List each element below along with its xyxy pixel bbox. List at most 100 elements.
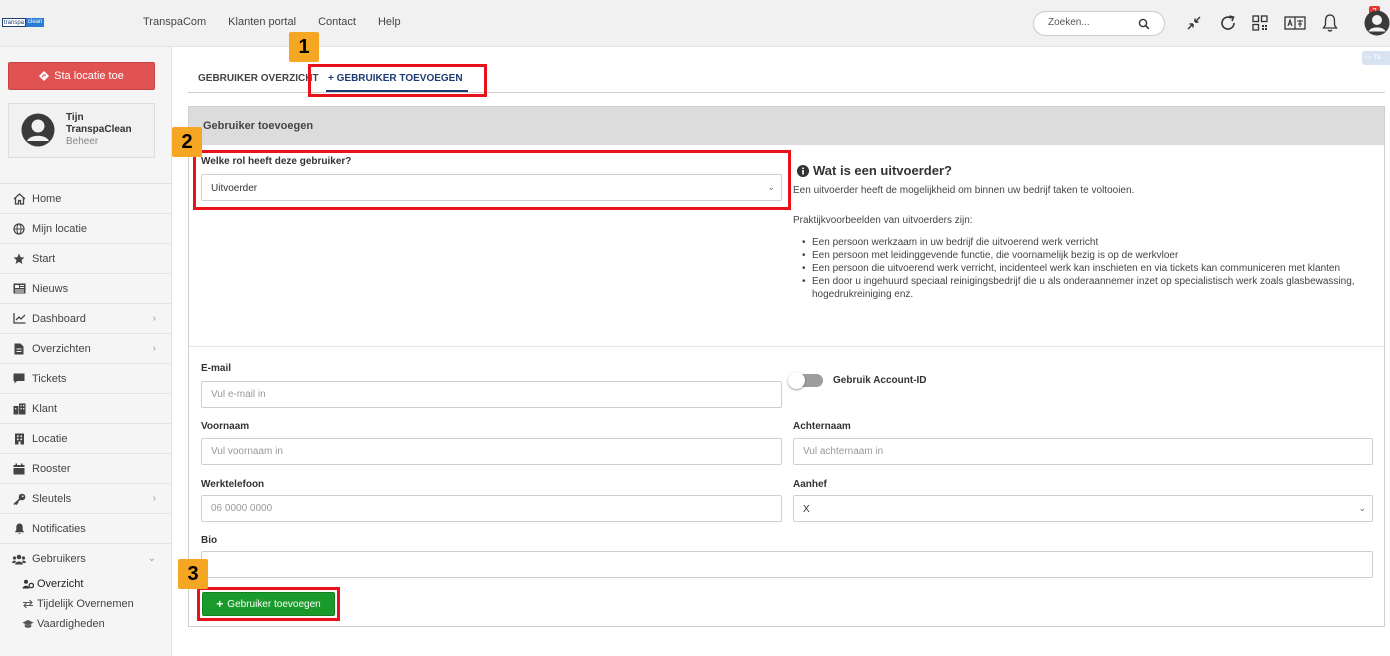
refresh-icon[interactable] [1216,12,1240,34]
sidebar-item-mijn-locatie[interactable]: Mijn locatie [0,214,172,244]
sidebar-menu: Home Mijn locatie Start Nieuws Dashboard… [0,183,172,634]
calendar-icon [12,463,26,475]
lastname-label: Achternaam [793,421,851,432]
top-bar: transpa clean TranspaCom Klanten portal … [0,0,1390,47]
email-label: E-mail [201,363,232,374]
role-selected-value: Uitvoerder [211,183,258,194]
email-input[interactable] [211,389,733,400]
lastname-field[interactable] [793,438,1373,465]
panel-title: Gebruiker toevoegen [189,107,1384,145]
chevron-down-icon: ⌄ [147,553,156,564]
list-item: Een persoon met leidinggevende functie, … [797,249,1375,262]
chevron-down-icon: ⌄ [767,182,775,192]
nav-contact[interactable]: Contact [318,16,356,28]
location-building-icon [12,433,26,445]
search-input[interactable] [1048,17,1133,28]
comment-icon [12,373,26,385]
newspaper-icon [12,283,26,295]
sidebar-item-gebruikers[interactable]: Gebruikers ⌄ [0,544,172,574]
nav-help[interactable]: Help [378,16,401,28]
phone-input[interactable] [211,503,733,514]
corner-tab-handle[interactable]: ▭ Ta [1362,51,1390,65]
user-tabs: GEBRUIKER OVERZICHT + GEBRUIKER TOEVOEGE… [188,60,1385,93]
sidebar-item-overzichten[interactable]: Overzichten › [0,334,172,364]
globe-icon [12,222,26,235]
account-id-toggle[interactable] [788,372,823,389]
tab-gebruiker-toevoegen[interactable]: + GEBRUIKER TOEVOEGEN [328,73,463,84]
allow-location-label: Sta locatie toe [54,70,124,82]
sidebar-item-dashboard[interactable]: Dashboard › [0,304,172,334]
sidebar-item-home[interactable]: Home [0,184,172,214]
file-icon [12,343,26,355]
lastname-input[interactable] [803,446,1324,457]
phone-label: Werktelefoon [201,479,265,490]
bio-input[interactable] [211,559,1264,570]
qr-code-icon[interactable] [1248,12,1272,34]
sidebar-item-tickets[interactable]: Tickets [0,364,172,394]
nav-transpacom[interactable]: TranspaCom [143,16,206,28]
app-logo[interactable]: transpa clean [2,18,45,27]
examples-list: Een persoon werkzaam in uw bedrijf die u… [797,236,1375,301]
search-icon[interactable] [1138,18,1150,33]
sidebar-subitem-tijdelijk-overnemen[interactable]: Tijdelijk Overnemen [22,594,172,614]
bio-label: Bio [201,535,218,546]
sidebar-subitem-overzicht[interactable]: Overzicht [22,574,172,594]
salutation-selected-value: X [803,504,810,515]
firstname-input[interactable] [211,446,733,457]
salutation-select[interactable]: X ⌄ [793,495,1373,522]
sidebar-item-start[interactable]: Start [0,244,172,274]
user-role: Beheer [66,136,99,147]
sidebar-item-klant[interactable]: Klant [0,394,172,424]
list-item: Een door u ingehuurd speciaal reinigings… [797,275,1375,301]
user-company: TranspaClean [66,124,132,135]
add-user-button-label: Gebruiker toevoegen [227,598,321,610]
role-select[interactable]: Uitvoerder ⌄ [201,174,782,201]
info-heading: Wat is een uitvoerder? [797,163,952,178]
sidebar-item-nieuws[interactable]: Nieuws [0,274,172,304]
compress-icon[interactable] [1182,12,1206,34]
chevron-down-icon: ⌄ [1358,503,1366,513]
allow-location-button[interactable]: Sta locatie toe [8,62,155,90]
nav-klanten-portal[interactable]: Klanten portal [228,16,296,28]
key-icon [12,493,26,505]
top-nav: TranspaCom Klanten portal Contact Help [143,16,401,28]
exchange-icon [22,599,34,609]
sidebar-item-locatie[interactable]: Locatie [0,424,172,454]
sidebar-subitem-vaardigheden[interactable]: Vaardigheden [22,614,172,634]
role-label: Welke rol heeft deze gebruiker? [201,156,352,167]
list-item: Een persoon werkzaam in uw bedrijf die u… [797,236,1375,249]
avatar [21,113,55,147]
chart-icon [12,313,26,325]
users-submenu: Overzicht Tijdelijk Overnemen Vaardighed… [0,574,172,634]
active-tab-indicator [326,90,468,92]
phone-field[interactable] [201,495,782,522]
step-badge-3: 3 [178,559,208,589]
user-name: Tijn [66,112,84,123]
toggle-knob [788,372,805,389]
firstname-label: Voornaam [201,421,250,432]
step-badge-1: 1 [289,32,319,62]
bio-field[interactable] [201,551,1373,578]
bell-icon[interactable] [1318,12,1342,34]
email-field[interactable] [201,381,782,408]
sidebar-item-sleutels[interactable]: Sleutels › [0,484,172,514]
section-divider [189,346,1384,347]
sidebar-item-notificaties[interactable]: Notificaties [0,514,172,544]
tab-gebruiker-overzicht[interactable]: GEBRUIKER OVERZICHT [198,73,319,84]
star-icon [12,253,26,265]
bell-icon [12,523,26,535]
salutation-label: Aanhef [793,479,827,490]
chevron-right-icon: › [152,343,156,354]
sidebar: Sta locatie toe Tijn TranspaClean Beheer… [0,47,172,656]
account-id-label: Gebruik Account-ID [833,375,927,386]
firstname-field[interactable] [201,438,782,465]
translate-icon[interactable] [1283,12,1307,34]
add-user-button[interactable]: + Gebruiker toevoegen [202,592,335,616]
list-item: Een persoon die uitvoerend werk verricht… [797,262,1375,275]
user-avatar-icon[interactable] [1364,10,1390,36]
graduation-cap-icon [22,619,34,629]
user-card: Tijn TranspaClean Beheer [8,103,155,158]
users-cog-icon [22,579,34,589]
sidebar-item-rooster[interactable]: Rooster [0,454,172,484]
chevron-right-icon: › [152,313,156,324]
